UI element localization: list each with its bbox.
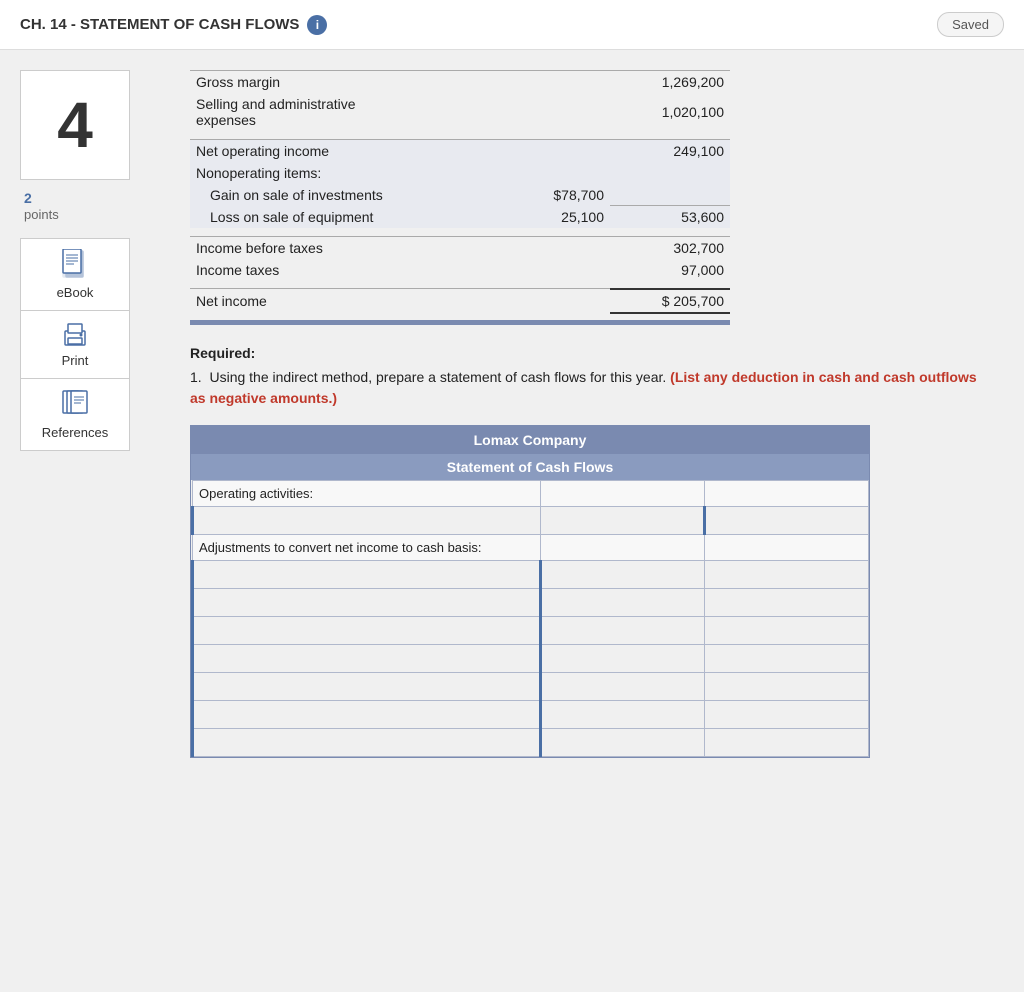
required-title: Required: [190,345,994,361]
cf-adj-label-3[interactable] [194,619,539,642]
ebook-label: eBook [57,285,94,300]
references-icon [61,389,89,421]
cf-adj-label-7[interactable] [194,731,539,754]
cf-adj-label-5[interactable] [194,675,539,698]
income-statement-table: Gross margin 1,269,200 Selling and admin… [190,70,730,325]
required-instruction: 1. Using the indirect method, prepare a … [190,367,994,409]
table-row [190,320,730,325]
cf-adj-label-1[interactable] [194,563,539,586]
table-row[interactable] [193,644,869,672]
points-label: 2 points [20,190,59,222]
references-label: References [42,425,108,440]
header-left: CH. 14 - STATEMENT OF CASH FLOWS i [20,15,327,35]
cf-label-input-1[interactable] [194,509,540,532]
table-row: Net income $ 205,700 [190,289,730,313]
page-title: CH. 14 - STATEMENT OF CASH FLOWS [20,16,299,33]
table-row[interactable] [193,560,869,588]
instruction-number: 1. [190,369,206,385]
table-row: Selling and administrativeexpenses 1,020… [190,93,730,131]
cf-table: Operating activities: [191,480,869,757]
table-row: Income taxes 97,000 [190,259,730,281]
cf-adj-amount-3[interactable] [542,619,704,642]
cash-flow-container: Lomax Company Statement of Cash Flows Op… [190,425,870,758]
sidebar: 4 2 points eBook Print [20,70,180,758]
cf-adj-amount-7[interactable] [542,731,704,754]
cf-adj-amount-4[interactable] [542,647,704,670]
table-row[interactable] [193,588,869,616]
table-row: Loss on sale of equipment 25,100 53,600 [190,206,730,229]
table-row: Income before taxes 302,700 [190,236,730,259]
points-value: 2 [24,190,59,206]
table-row [190,313,730,320]
cf-adj-amount-6[interactable] [542,703,704,726]
instruction-text: Using the indirect method, prepare a sta… [209,369,670,385]
table-row: Gross margin 1,269,200 [190,71,730,94]
page-header: CH. 14 - STATEMENT OF CASH FLOWS i Saved [0,0,1024,50]
cf-total-input-1[interactable] [706,509,868,532]
saved-badge: Saved [937,12,1004,37]
operating-activities-label: Operating activities: [193,480,541,506]
content-area: Gross margin 1,269,200 Selling and admin… [180,70,1004,758]
table-row: Operating activities: [193,480,869,506]
ebook-icon [61,249,89,281]
print-button[interactable]: Print [20,310,130,379]
table-row: Gain on sale of investments $78,700 [190,184,730,206]
table-row[interactable] [193,728,869,756]
table-row[interactable] [193,506,869,534]
table-row: Nonoperating items: [190,162,730,184]
table-row: Adjustments to convert net income to cas… [193,534,869,560]
question-number: 4 [20,70,130,180]
references-button[interactable]: References [20,378,130,451]
cf-adj-label-6[interactable] [194,703,539,726]
main-content: 4 2 points eBook Print [0,50,1024,778]
table-row[interactable] [193,616,869,644]
table-row: Net operating income 249,100 [190,139,730,162]
cf-company-name: Lomax Company [191,426,869,454]
table-row[interactable] [193,672,869,700]
cf-adj-amount-1[interactable] [542,563,704,586]
print-icon [61,321,89,349]
cf-adj-label-2[interactable] [194,591,539,614]
adjustments-label: Adjustments to convert net income to cas… [193,534,541,560]
cf-adj-label-4[interactable] [194,647,539,670]
cf-statement-title: Statement of Cash Flows [191,454,869,480]
table-row [190,281,730,289]
info-icon[interactable]: i [307,15,327,35]
table-row[interactable] [193,700,869,728]
points-text: points [24,207,59,222]
cf-adj-amount-2[interactable] [542,591,704,614]
print-label: Print [62,353,89,368]
table-row [190,131,730,139]
table-row [190,228,730,236]
cf-adj-amount-5[interactable] [542,675,704,698]
ebook-button[interactable]: eBook [20,238,130,311]
required-section: Required: 1. Using the indirect method, … [190,345,994,409]
